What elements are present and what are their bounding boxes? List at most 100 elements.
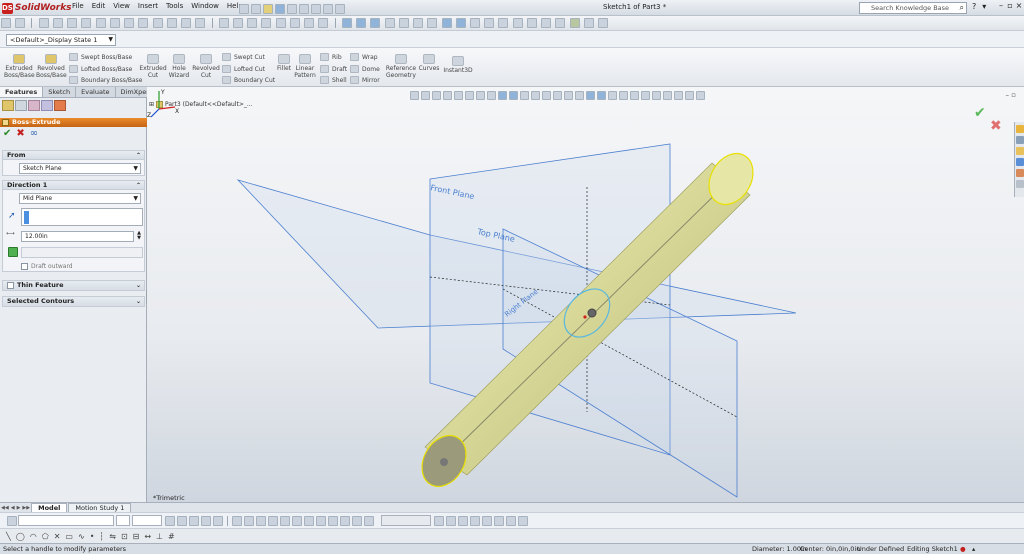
toolbar-icon[interactable]: [583, 18, 594, 28]
select-icon[interactable]: [311, 4, 321, 14]
previous-view-icon[interactable]: [370, 18, 381, 28]
expand-icon[interactable]: ⌄: [136, 297, 141, 306]
toolbar-icon[interactable]: [531, 91, 540, 100]
menu-edit[interactable]: Edit: [92, 2, 106, 10]
toolbar-icon[interactable]: [318, 18, 329, 28]
lofted-cut-button[interactable]: Lofted Cut: [222, 65, 265, 73]
toolbar-icon[interactable]: [181, 18, 192, 28]
rebuild-status-icon[interactable]: ●: [960, 544, 966, 554]
toolbar-icon[interactable]: [542, 91, 551, 100]
toolbar-icon[interactable]: [292, 515, 302, 526]
toggle-status-icon[interactable]: ▴: [972, 544, 975, 554]
confirm-cancel-icon[interactable]: ✖: [990, 118, 1002, 134]
menu-view[interactable]: View: [113, 2, 130, 10]
extrude-handle[interactable]: [440, 458, 448, 466]
toolbar-icon[interactable]: [608, 91, 617, 100]
toolbar-icon[interactable]: [498, 18, 509, 28]
toolbar-icon[interactable]: [553, 91, 562, 100]
toolbar-icon[interactable]: [109, 18, 120, 28]
shaded-edges-icon[interactable]: [597, 91, 606, 100]
toolbar-icon[interactable]: [1, 18, 11, 28]
relation-icon[interactable]: ⊥: [156, 532, 163, 541]
toolbar-icon[interactable]: [316, 515, 326, 526]
toolbar-icon[interactable]: [384, 18, 395, 28]
rebuild-icon[interactable]: [323, 4, 333, 14]
collapse-icon[interactable]: ⌃: [136, 181, 141, 190]
toolbar-icon[interactable]: [275, 18, 286, 28]
section-view-icon[interactable]: [443, 91, 452, 100]
fillet-button[interactable]: Fillet: [275, 54, 293, 72]
toolbar-icon[interactable]: [261, 18, 272, 28]
feature-manager-icon[interactable]: [2, 100, 14, 111]
tab-model[interactable]: Model: [31, 503, 68, 512]
help-dropdown-icon[interactable]: ▾: [982, 2, 986, 11]
toolbar-icon[interactable]: [569, 18, 580, 28]
toolbar-icon[interactable]: [518, 515, 528, 526]
circle-icon[interactable]: ◯: [16, 532, 25, 541]
view-orientation-icon[interactable]: [498, 91, 507, 100]
display-style-icon[interactable]: [455, 18, 466, 28]
toolbar-icon[interactable]: [454, 91, 463, 100]
depth-field[interactable]: 12.00in: [21, 231, 134, 242]
revolved-cut-button[interactable]: Revolved Cut: [192, 54, 220, 79]
tab-features[interactable]: Features: [0, 87, 44, 97]
toolbar-icon[interactable]: [195, 18, 206, 28]
toolbar-icon[interactable]: [95, 18, 106, 28]
toolbar-icon[interactable]: [247, 18, 258, 28]
boundary-cut-button[interactable]: Boundary Cut: [222, 76, 275, 84]
revolved-boss-button[interactable]: Revolved Boss/Base: [36, 54, 67, 79]
options-icon[interactable]: [335, 4, 345, 14]
spline-icon[interactable]: ∿: [78, 532, 85, 541]
convert-icon[interactable]: ⊟: [133, 532, 140, 541]
swept-cut-button[interactable]: Swept Cut: [222, 53, 265, 61]
toolbar-icon[interactable]: [398, 18, 409, 28]
toolbar-icon[interactable]: [520, 91, 529, 100]
toolbar-icon[interactable]: [619, 91, 628, 100]
rectangle-icon[interactable]: ▭: [65, 532, 73, 541]
toolbar-icon[interactable]: [674, 91, 683, 100]
toolbar-icon[interactable]: [152, 18, 163, 28]
menu-insert[interactable]: Insert: [138, 2, 158, 10]
grid-icon[interactable]: #: [168, 532, 175, 541]
depth-spinner[interactable]: ▲ ▼: [135, 231, 143, 242]
end-condition-select[interactable]: Mid Plane ▼: [19, 193, 141, 204]
cancel-icon[interactable]: ✖: [16, 129, 24, 139]
display-manager-icon[interactable]: [54, 100, 66, 111]
view-orientation-icon[interactable]: [441, 18, 452, 28]
align-center-icon[interactable]: [244, 515, 254, 526]
toolbar-icon[interactable]: [81, 18, 92, 28]
new-icon[interactable]: [251, 4, 261, 14]
centerline-icon[interactable]: ┆: [99, 532, 104, 541]
restore-icon[interactable]: ▫: [1006, 1, 1014, 10]
thin-feature-checkbox[interactable]: [7, 282, 14, 289]
wrap-button[interactable]: Wrap: [350, 53, 378, 61]
font-dropdown[interactable]: [116, 515, 130, 526]
toolbar-icon[interactable]: [465, 91, 474, 100]
toolbar-icon[interactable]: [38, 18, 49, 28]
design-library-icon[interactable]: [1016, 136, 1024, 144]
previous-view-icon[interactable]: [432, 91, 441, 100]
property-manager-icon[interactable]: [15, 100, 27, 111]
bold-icon[interactable]: [177, 515, 187, 526]
selected-contours-header[interactable]: Selected Contours ⌄: [3, 297, 144, 306]
toolbar-icon[interactable]: [506, 515, 516, 526]
collapse-icon[interactable]: ⌃: [136, 151, 141, 160]
close-icon[interactable]: ×: [1015, 1, 1023, 10]
detailed-preview-icon[interactable]: ∞: [30, 129, 38, 139]
toolbar-icon[interactable]: [352, 515, 362, 526]
pin-icon[interactable]: [239, 4, 249, 14]
toolbar-icon[interactable]: [289, 18, 300, 28]
toolbar-icon[interactable]: [304, 515, 314, 526]
solidworks-resources-icon[interactable]: [1016, 125, 1024, 133]
toolbar-icon[interactable]: [218, 18, 229, 28]
toolbar-icon[interactable]: [564, 91, 573, 100]
align-right-icon[interactable]: [256, 515, 266, 526]
from-header[interactable]: From ⌃: [3, 151, 144, 160]
toolbar-icon[interactable]: [434, 515, 444, 526]
rib-button[interactable]: Rib: [320, 53, 342, 61]
font-size-select[interactable]: [132, 515, 162, 526]
zoom-fit-icon[interactable]: [410, 91, 419, 100]
solidworks-logo[interactable]: DS SolidWorks: [2, 1, 72, 15]
toolbar-icon[interactable]: [663, 91, 672, 100]
mirror-button[interactable]: Mirror: [350, 76, 380, 84]
